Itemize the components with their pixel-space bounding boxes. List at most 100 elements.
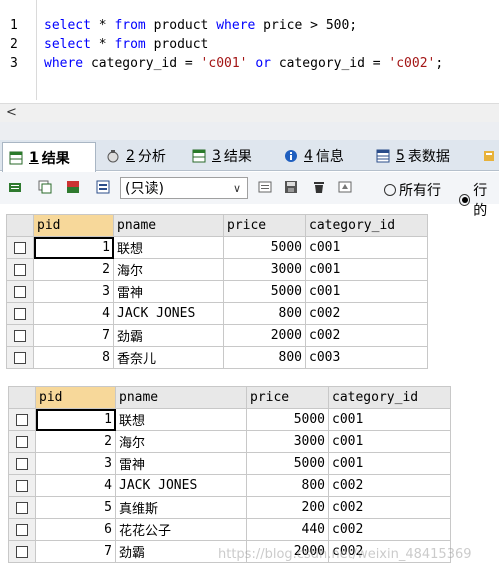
row-checkbox[interactable] — [6, 324, 34, 347]
table-cell-category_id[interactable]: c002 — [328, 518, 451, 541]
table-row[interactable]: 2 海尔 3000 c001 — [6, 258, 428, 281]
table-cell-price[interactable]: 5000 — [223, 280, 306, 303]
table-row[interactable]: 4 JACK JONES 800 c002 — [8, 474, 451, 497]
table-cell-pname[interactable]: 海尔 — [115, 430, 247, 453]
table-cell-price[interactable]: 440 — [246, 518, 329, 541]
column-header[interactable]: category_id — [328, 386, 451, 409]
table-cell-category_id[interactable]: c001 — [328, 452, 451, 475]
table-cell-category_id[interactable]: c001 — [328, 430, 451, 453]
table-cell-pid[interactable]: 4 — [33, 302, 114, 325]
tab-profiler[interactable]: 2 分析 — [100, 142, 180, 170]
delete-icon[interactable] — [312, 180, 326, 194]
table-cell-pname[interactable]: JACK JONES — [115, 474, 247, 497]
table-cell-pid[interactable]: 8 — [33, 346, 114, 369]
table-cell-pname[interactable]: 海尔 — [113, 258, 224, 281]
table-cell-pid[interactable]: 7 — [35, 540, 116, 563]
table-cell-pid[interactable]: 6 — [35, 518, 116, 541]
code-line-3[interactable]: where category_id = 'c001' or category_i… — [44, 56, 443, 71]
column-header[interactable]: pid — [33, 214, 114, 237]
code-line-1[interactable]: select * from product where price > 500; — [44, 18, 357, 33]
table-cell-pid[interactable]: 3 — [33, 280, 114, 303]
result-grid-1[interactable]: pid pname price category_id 1 联想 5000 c001 2… — [6, 214, 428, 369]
table-cell-category_id[interactable]: c001 — [305, 280, 428, 303]
table-row[interactable]: 4 JACK JONES 800 c002 — [6, 302, 428, 325]
table-cell-price[interactable]: 800 — [223, 346, 306, 369]
result-grid-2[interactable]: pid pname price category_id 1 联想 5000 c001 2… — [8, 386, 451, 563]
table-cell-pname[interactable]: JACK JONES — [113, 302, 224, 325]
table-cell-pid[interactable]: 1 — [35, 408, 116, 431]
table-cell-price[interactable]: 5000 — [246, 408, 329, 431]
table-cell-price[interactable]: 3000 — [246, 430, 329, 453]
table-cell-category_id[interactable]: c001 — [328, 408, 451, 431]
refresh-icon[interactable] — [338, 180, 352, 194]
table-cell-category_id[interactable]: c002 — [328, 496, 451, 519]
column-header[interactable]: pname — [115, 386, 247, 409]
copy-icon[interactable] — [38, 180, 52, 194]
row-checkbox[interactable] — [6, 280, 34, 303]
table-cell-price[interactable]: 5000 — [246, 452, 329, 475]
editor-horizontal-scrollbar[interactable]: < — [0, 103, 499, 123]
row-checkbox[interactable] — [8, 474, 36, 497]
table-cell-pid[interactable]: 4 — [35, 474, 116, 497]
table-cell-price[interactable]: 3000 — [223, 258, 306, 281]
table-cell-category_id[interactable]: c002 — [305, 302, 428, 325]
tab-table-data[interactable]: 5 表数据 — [370, 142, 474, 170]
tab-overflow[interactable] — [480, 142, 499, 170]
table-cell-pid[interactable]: 7 — [33, 324, 114, 347]
row-checkbox[interactable] — [6, 346, 34, 369]
radio-rows[interactable]: 行的 — [459, 180, 499, 220]
export-icon[interactable] — [8, 180, 22, 194]
table-cell-pname[interactable]: 雷神 — [115, 452, 247, 475]
readonly-mode-select[interactable]: (只读) ∨ — [120, 177, 248, 199]
table-cell-pid[interactable]: 3 — [35, 452, 116, 475]
code-line-2[interactable]: select * from product — [44, 37, 208, 52]
table-row[interactable]: 3 雷神 5000 c001 — [8, 452, 451, 475]
sql-editor[interactable]: 1 2 3 select * from product where price … — [0, 0, 499, 100]
table-grid-icon[interactable] — [66, 180, 80, 194]
row-checkbox[interactable] — [6, 236, 34, 259]
table-row[interactable]: 5 真维斯 200 c002 — [8, 496, 451, 519]
row-checkbox[interactable] — [8, 430, 36, 453]
table-cell-price[interactable]: 200 — [246, 496, 329, 519]
table-cell-price[interactable]: 800 — [223, 302, 306, 325]
table-cell-pname[interactable]: 联想 — [115, 408, 247, 431]
table-cell-price[interactable]: 800 — [246, 474, 329, 497]
table-row[interactable]: 1 联想 5000 c001 — [6, 236, 428, 259]
table-row[interactable]: 1 联想 5000 c001 — [8, 408, 451, 431]
table-cell-pid[interactable]: 5 — [35, 496, 116, 519]
tab-info[interactable]: 4 信息 — [278, 142, 362, 170]
row-checkbox[interactable] — [8, 518, 36, 541]
table-row[interactable]: 6 花花公子 440 c002 — [8, 518, 451, 541]
save-icon[interactable] — [284, 180, 298, 194]
table-row[interactable]: 2 海尔 3000 c001 — [8, 430, 451, 453]
row-checkbox[interactable] — [6, 258, 34, 281]
row-checkbox[interactable] — [8, 496, 36, 519]
radio-all-rows[interactable]: 所有行 — [384, 180, 441, 200]
table-cell-category_id[interactable]: c002 — [305, 324, 428, 347]
column-header[interactable]: price — [223, 214, 306, 237]
tab-result-3[interactable]: 3 结果 — [186, 142, 270, 170]
table-cell-pname[interactable]: 联想 — [113, 236, 224, 259]
column-header[interactable]: price — [246, 386, 329, 409]
column-header[interactable]: category_id — [305, 214, 428, 237]
table-cell-pname[interactable]: 花花公子 — [115, 518, 247, 541]
row-checkbox[interactable] — [8, 408, 36, 431]
column-header[interactable]: pname — [113, 214, 224, 237]
table-cell-price[interactable]: 5000 — [223, 236, 306, 259]
panel-splitter[interactable] — [0, 122, 499, 140]
scroll-left-icon[interactable]: < — [6, 104, 17, 122]
table-cell-category_id[interactable]: c001 — [305, 236, 428, 259]
table-cell-pname[interactable]: 香奈儿 — [113, 346, 224, 369]
column-header[interactable]: pid — [35, 386, 116, 409]
row-checkbox[interactable] — [8, 540, 36, 563]
table-row[interactable]: 7 劲霸 2000 c002 — [6, 324, 428, 347]
table-cell-pname[interactable]: 雷神 — [113, 280, 224, 303]
add-row-icon[interactable] — [258, 180, 272, 194]
table-cell-category_id[interactable]: c001 — [305, 258, 428, 281]
table-row[interactable]: 8 香奈儿 800 c003 — [6, 346, 428, 369]
table-cell-price[interactable]: 2000 — [223, 324, 306, 347]
table-cell-category_id[interactable]: c003 — [305, 346, 428, 369]
row-checkbox[interactable] — [6, 302, 34, 325]
form-view-icon[interactable] — [96, 180, 110, 194]
table-cell-pid[interactable]: 2 — [35, 430, 116, 453]
